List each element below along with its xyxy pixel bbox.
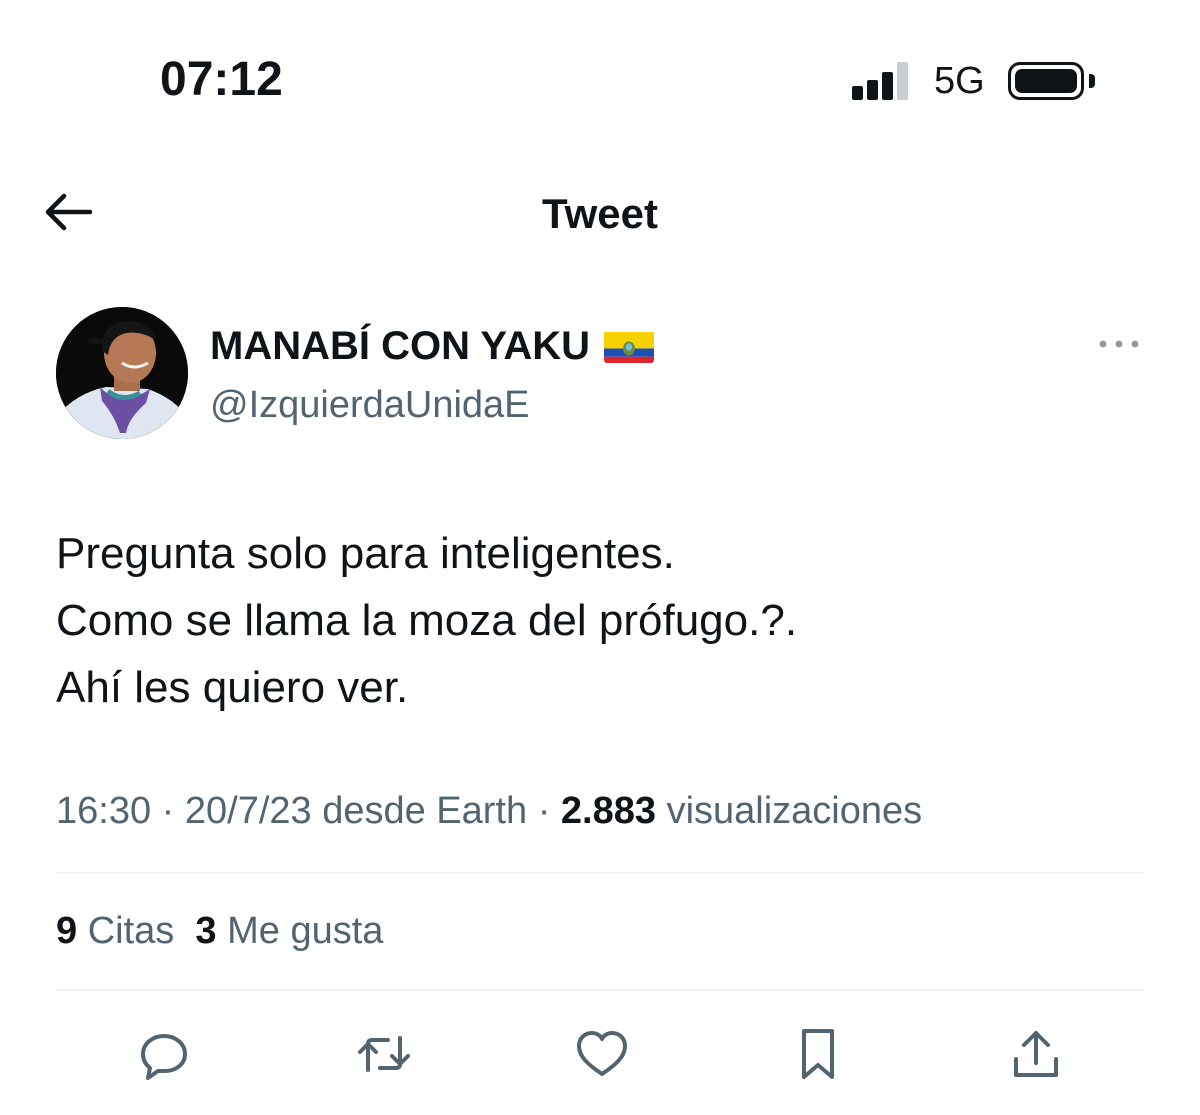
avatar[interactable]	[56, 307, 188, 439]
author-name-row[interactable]: MANABÍ CON YAKU	[210, 324, 655, 369]
tweet-time[interactable]: 16:30	[56, 790, 151, 832]
like-button[interactable]	[570, 1022, 634, 1086]
tweet-stats: 9 Citas 3 Me gusta	[56, 910, 383, 953]
tweet-meta: 16:30 · 20/7/23 desde Earth · 2.883 visu…	[56, 790, 922, 833]
likes-count: 3	[195, 910, 217, 952]
bookmark-button[interactable]	[786, 1022, 850, 1086]
author-name: MANABÍ CON YAKU	[210, 324, 591, 368]
views-count: 2.883	[560, 790, 657, 832]
likes-label: Me gusta	[227, 910, 384, 952]
retweet-button[interactable]	[352, 1022, 416, 1086]
meta-separator: ·	[537, 790, 551, 832]
divider	[56, 989, 1144, 991]
tweet-text: Pregunta solo para inteligentes. Como se…	[56, 520, 797, 721]
tweet-date-source[interactable]: 20/7/23 desde Earth	[185, 790, 527, 832]
tweet-line: Pregunta solo para inteligentes.	[56, 529, 675, 578]
network-type: 5G	[934, 60, 985, 102]
quotes-stat[interactable]: 9 Citas	[56, 910, 174, 952]
quotes-count: 9	[56, 910, 78, 952]
meta-separator: ·	[161, 790, 175, 832]
battery-icon	[1008, 62, 1084, 100]
more-icon	[1099, 340, 1139, 348]
divider	[56, 872, 1144, 874]
reply-button[interactable]	[132, 1022, 196, 1086]
tweet-line: Ahí les quiero ver.	[56, 663, 409, 712]
tweet-line: Como se llama la moza del prófugo.?.	[56, 596, 798, 645]
status-time: 07:12	[160, 53, 283, 106]
like-icon	[577, 1031, 627, 1076]
reply-icon	[141, 1034, 187, 1080]
retweet-icon	[358, 1036, 410, 1072]
ecuador-flag-icon	[604, 330, 655, 363]
author-handle[interactable]: @IzquierdaUnidaE	[210, 384, 530, 427]
more-options-button[interactable]	[1098, 336, 1140, 352]
battery-tip	[1089, 74, 1095, 88]
share-button[interactable]	[1004, 1022, 1068, 1086]
likes-stat[interactable]: 3 Me gusta	[195, 910, 383, 952]
quotes-label: Citas	[87, 910, 175, 952]
share-icon	[1014, 1031, 1058, 1077]
bookmark-icon	[802, 1029, 834, 1079]
signal-icon	[852, 62, 912, 100]
page-title: Tweet	[542, 190, 658, 237]
views-label: visualizaciones	[666, 790, 923, 832]
